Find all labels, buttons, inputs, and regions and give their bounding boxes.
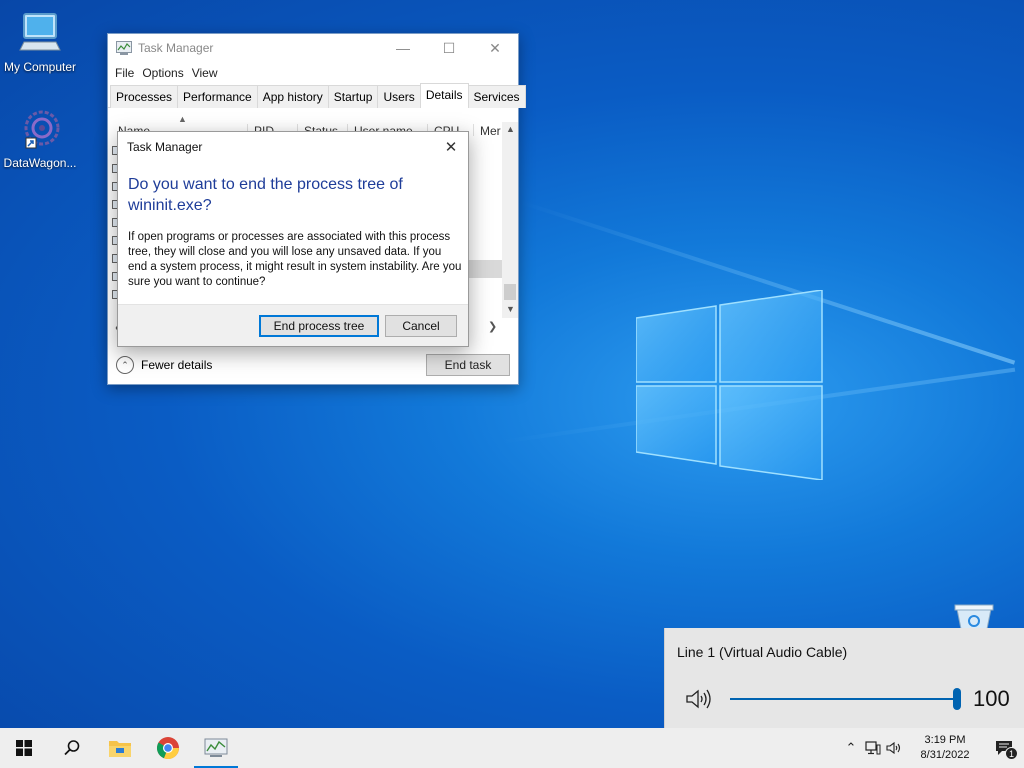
notification-count-badge: 1 [1005, 747, 1018, 760]
end-task-button[interactable]: End task [426, 354, 510, 376]
taskbar-clock[interactable]: 3:19 PM 8/31/2022 [910, 733, 980, 763]
maximize-icon: ☐ [442, 39, 456, 56]
scroll-down-icon[interactable]: ▼ [506, 304, 515, 314]
task-manager-titlebar[interactable]: Task Manager — ☐ ✕ [108, 34, 518, 62]
tab-performance[interactable]: Performance [177, 85, 258, 108]
clock-date: 8/31/2022 [920, 749, 970, 761]
vertical-scrollbar[interactable]: ▲ ▼ [502, 122, 518, 318]
speaker-icon [886, 741, 901, 755]
desktop-icon-my-computer[interactable]: My Computer [0, 10, 80, 74]
fewer-details-label: Fewer details [141, 358, 213, 372]
speaker-icon[interactable] [685, 688, 713, 710]
volume-level-value: 100 [973, 686, 1010, 711]
volume-slider-thumb[interactable] [953, 688, 961, 710]
tab-strip: Processes Performance App history Startu… [108, 83, 526, 108]
tab-services[interactable]: Services [467, 85, 526, 108]
chrome-icon [156, 737, 180, 760]
task-manager-icon [204, 738, 228, 757]
dialog-title: Task Manager [127, 140, 203, 154]
menu-view[interactable]: View [191, 66, 225, 80]
tab-app-history[interactable]: App history [256, 85, 329, 108]
task-manager-icon [116, 41, 132, 55]
menu-bar: File Options View [108, 62, 518, 84]
chrome-button[interactable] [144, 728, 192, 768]
dialog-button-bar: End process tree Cancel [118, 304, 468, 346]
chevron-up-icon: ⌃ [845, 740, 857, 755]
windows-logo-wallpaper [636, 290, 823, 480]
recycle-bin-icon[interactable] [953, 603, 995, 629]
minimize-button[interactable]: — [380, 34, 426, 62]
taskbar: ⌃ 3:19 PM 8/31/2022 1 [0, 728, 1024, 768]
file-explorer-icon [109, 741, 131, 757]
shortcut-app-icon [24, 110, 60, 149]
dialog-titlebar[interactable]: Task Manager ✕ [118, 132, 468, 162]
sort-ascending-icon: ▲ [178, 114, 187, 124]
selected-row-highlight[interactable] [468, 260, 502, 278]
desktop-icon-label: My Computer [3, 60, 77, 74]
search-button[interactable] [48, 728, 96, 768]
close-icon: ✕ [489, 39, 501, 56]
maximize-button[interactable]: ☐ [426, 34, 472, 62]
system-tray: ⌃ 3:19 PM 8/31/2022 1 [840, 728, 1024, 768]
dialog-body-text: If open programs or processes are associ… [128, 231, 462, 288]
tab-processes[interactable]: Processes [110, 85, 179, 108]
network-icon [865, 741, 881, 755]
menu-file[interactable]: File [114, 66, 141, 80]
volume-slider-track[interactable] [730, 698, 960, 700]
clock-time: 3:19 PM [924, 734, 966, 746]
task-manager-footer: ⌃ Fewer details End task [108, 346, 518, 384]
show-hidden-icons-button[interactable]: ⌃ [840, 740, 862, 756]
cancel-button[interactable]: Cancel [385, 315, 457, 337]
chevron-up-icon: ⌃ [116, 356, 134, 374]
volume-flyout: Line 1 (Virtual Audio Cable) 100 [664, 628, 1024, 728]
column-header-memory[interactable]: Mer [474, 124, 504, 136]
start-icon [16, 740, 32, 756]
desktop-icon-label: DataWagon... [3, 156, 77, 170]
scroll-up-icon[interactable]: ▲ [506, 124, 515, 134]
task-manager-taskbar-button[interactable] [192, 728, 240, 768]
network-tray-button[interactable] [862, 741, 884, 755]
tab-users[interactable]: Users [377, 85, 421, 108]
start-button[interactable] [0, 728, 48, 768]
window-title: Task Manager [138, 41, 214, 55]
tab-startup[interactable]: Startup [327, 85, 379, 108]
file-explorer-button[interactable] [96, 728, 144, 768]
dialog-close-icon[interactable]: ✕ [434, 138, 468, 156]
volume-tray-button[interactable] [884, 741, 906, 755]
tab-details[interactable]: Details [419, 83, 469, 108]
audio-device-name[interactable]: Line 1 (Virtual Audio Cable) [677, 644, 847, 660]
search-icon [64, 740, 80, 756]
close-button[interactable]: ✕ [472, 34, 518, 62]
menu-options[interactable]: Options [141, 66, 190, 80]
scroll-right-icon[interactable]: ❯ [488, 320, 497, 333]
action-center-button[interactable]: 1 [984, 728, 1024, 768]
computer-icon [19, 13, 61, 51]
end-process-tree-dialog[interactable]: Task Manager ✕ Do you want to end the pr… [117, 131, 469, 347]
dialog-heading: Do you want to end the process tree of w… [128, 176, 403, 214]
end-process-tree-button[interactable]: End process tree [259, 315, 379, 337]
desktop-icon-datawagon[interactable]: DataWagon... [0, 106, 80, 170]
fewer-details-link[interactable]: ⌃ Fewer details [116, 356, 426, 374]
scrollbar-thumb[interactable] [504, 284, 516, 300]
minimize-icon: — [396, 40, 410, 56]
